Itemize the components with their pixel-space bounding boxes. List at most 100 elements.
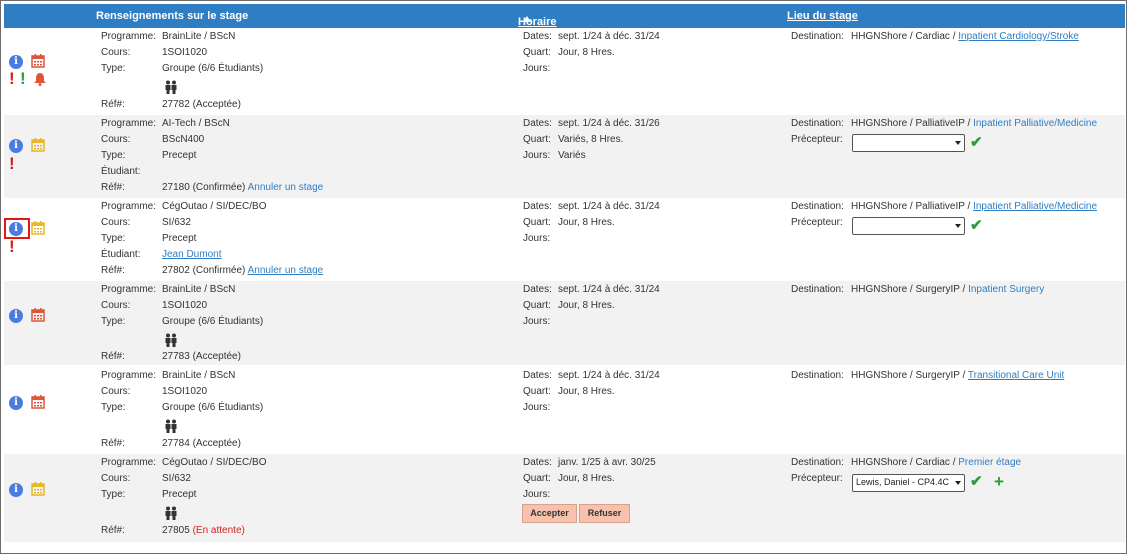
label-ref: Réf#: [101, 438, 125, 449]
destination-link[interactable]: Inpatient Surgery [968, 284, 1044, 295]
preceptor-select[interactable] [852, 134, 965, 152]
destination-value: HHGNShore / Cardiac / Inpatient Cardiolo… [851, 31, 1079, 42]
label-cours: Cours: [101, 386, 131, 397]
info-icon[interactable]: i [9, 483, 23, 497]
label-ref: Réf#: [101, 525, 125, 536]
label-destination: Destination: [791, 284, 844, 295]
calendar-icon[interactable] [31, 308, 45, 322]
ref-value: 27802 (Confirmée) Annuler un stage [162, 265, 323, 276]
label-programme: Programme: [101, 31, 157, 42]
header-placement-info: Renseignements sur le stage [96, 10, 249, 22]
student-link[interactable]: Jean Dumont [162, 249, 221, 260]
ref-status: (Acceptée) [192, 351, 241, 362]
accept-button[interactable]: Accepter [522, 504, 577, 523]
chevron-down-icon [955, 141, 961, 145]
label-etudiant: Étudiant: [101, 249, 141, 260]
destination-prefix: HHGNShore / SurgeryIP / [851, 284, 966, 295]
people-icon[interactable] [164, 333, 178, 347]
label-programme: Programme: [101, 370, 157, 381]
preceptor-select-value: Lewis, Daniel - CP4.4C [856, 477, 950, 487]
label-destination: Destination: [791, 457, 844, 468]
label-dates: Dates: [523, 370, 552, 381]
header-location[interactable]: Lieu du stage [787, 10, 858, 22]
info-icon[interactable]: i [9, 396, 23, 410]
calendar-icon[interactable] [31, 138, 45, 152]
preceptor-select[interactable] [852, 217, 965, 235]
dates-value: sept. 1/24 à déc. 31/24 [558, 284, 660, 295]
label-cours: Cours: [101, 47, 131, 58]
sort-ascending-icon[interactable] [523, 16, 531, 22]
label-dates: Dates: [523, 201, 552, 212]
people-icon[interactable] [164, 80, 178, 94]
table-row: i ! ! Programme: BrainLite / BScN Cours:… [4, 28, 1125, 115]
label-precepteur: Précepteur: [791, 217, 843, 228]
label-dates: Dates: [523, 457, 552, 468]
refuse-button[interactable]: Refuser [579, 504, 630, 523]
label-precepteur: Précepteur: [791, 473, 843, 484]
ref-number: 27784 [162, 438, 190, 449]
destination-link[interactable]: Inpatient Palliative/Medicine [973, 201, 1097, 212]
destination-prefix: HHGNShore / Cardiac / [851, 31, 956, 42]
people-icon[interactable] [164, 506, 178, 520]
jours-value: Variés [558, 150, 586, 161]
label-type: Type: [101, 233, 126, 244]
label-quart: Quart: [523, 47, 551, 58]
cancel-placement-link[interactable]: Annuler un stage [248, 182, 324, 193]
chevron-down-icon [955, 481, 961, 485]
destination-link[interactable]: Inpatient Cardiology/Stroke [958, 31, 1079, 42]
dates-value: janv. 1/25 à avr. 30/25 [558, 457, 656, 468]
people-icon[interactable] [164, 419, 178, 433]
label-ref: Réf#: [101, 99, 125, 110]
quart-value: Jour, 8 Hres. [558, 47, 615, 58]
table-row: i Programme: CégOutao / SI/DEC/BO Cours:… [4, 454, 1125, 542]
bell-icon[interactable] [33, 72, 47, 86]
calendar-icon[interactable] [31, 395, 45, 409]
cancel-placement-link[interactable]: Annuler un stage [248, 265, 324, 276]
info-icon[interactable]: i [9, 139, 23, 153]
programme-value: CégOutao / SI/DEC/BO [162, 201, 267, 212]
calendar-icon[interactable] [31, 482, 45, 496]
programme-value: BrainLite / BScN [162, 31, 236, 42]
info-icon[interactable]: i [9, 55, 23, 69]
ref-number: 27783 [162, 351, 190, 362]
calendar-icon[interactable] [31, 221, 45, 235]
type-value: Groupe (6/6 Étudiants) [162, 63, 264, 74]
checkmark-icon[interactable]: ✔ [970, 135, 983, 150]
label-programme: Programme: [101, 457, 157, 468]
label-programme: Programme: [101, 284, 157, 295]
destination-link[interactable]: Premier étage [958, 457, 1021, 468]
quart-value: Jour, 8 Hres. [558, 386, 615, 397]
destination-link[interactable]: Inpatient Palliative/Medicine [973, 118, 1097, 129]
destination-value: HHGNShore / SurgeryIP / Transitional Car… [851, 370, 1064, 381]
info-icon[interactable]: i [9, 309, 23, 323]
type-value: Groupe (6/6 Étudiants) [162, 316, 264, 327]
checkmark-icon[interactable]: ✔ [970, 474, 983, 489]
destination-link[interactable]: Transitional Care Unit [968, 370, 1064, 381]
ref-status: (En attente) [192, 525, 245, 536]
checkmark-icon[interactable]: ✔ [970, 218, 983, 233]
table-row: i Programme: BrainLite / BScN Cours: 1SO… [4, 365, 1125, 454]
label-dates: Dates: [523, 118, 552, 129]
chevron-down-icon [955, 224, 961, 228]
label-quart: Quart: [523, 134, 551, 145]
label-programme: Programme: [101, 118, 157, 129]
label-destination: Destination: [791, 370, 844, 381]
ref-value: 27180 (Confirmée) Annuler un stage [162, 182, 323, 193]
calendar-icon[interactable] [31, 54, 45, 68]
dates-value: sept. 1/24 à déc. 31/24 [558, 31, 660, 42]
preceptor-select[interactable]: Lewis, Daniel - CP4.4C [852, 474, 965, 492]
label-type: Type: [101, 402, 126, 413]
label-destination: Destination: [791, 31, 844, 42]
quart-value: Jour, 8 Hres. [558, 300, 615, 311]
placements-table: Renseignements sur le stage Horaire Lieu… [0, 0, 1127, 554]
plus-icon[interactable]: + [994, 473, 1004, 490]
destination-prefix: HHGNShore / Cardiac / [851, 457, 956, 468]
label-type: Type: [101, 316, 126, 327]
table-header: Renseignements sur le stage Horaire Lieu… [4, 4, 1125, 28]
exclamation-icon: ! [20, 69, 26, 88]
destination-prefix: HHGNShore / PalliativeIP / [851, 201, 971, 212]
label-ref: Réf#: [101, 265, 125, 276]
label-jours: Jours: [523, 489, 551, 500]
ref-status: (Confirmée) [192, 182, 246, 193]
table-row: i ! Programme: AI-Tech / BScN Cours: BSc… [4, 115, 1125, 198]
